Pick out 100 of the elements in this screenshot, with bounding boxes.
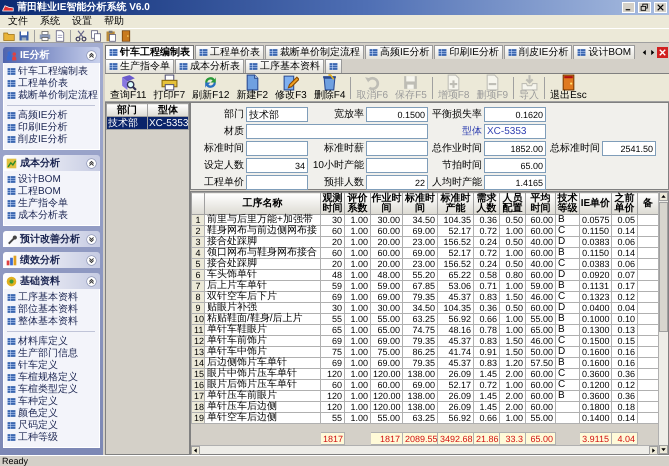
input-field[interactable]: 0.1500 bbox=[366, 107, 428, 122]
column-header[interactable]: 评价系数 bbox=[344, 192, 370, 214]
column-header[interactable]: 观测时间 bbox=[320, 192, 344, 214]
tab[interactable]: 印刷IE分析 bbox=[434, 45, 503, 59]
link[interactable]: 型体 bbox=[430, 124, 482, 139]
input-field[interactable]: 0.1620 bbox=[484, 107, 546, 122]
exit-button[interactable]: 退出Esc bbox=[547, 74, 590, 101]
print-button[interactable]: 打印F7 bbox=[150, 74, 188, 101]
tab[interactable]: 削皮IE分析 bbox=[504, 45, 572, 59]
group-header[interactable]: 绩效分析 bbox=[3, 252, 100, 268]
new-button[interactable]: 新建F2 bbox=[233, 74, 272, 101]
field-label: 总作业时间 bbox=[431, 142, 482, 156]
total-cell: 1817 bbox=[370, 432, 402, 444]
input-field[interactable]: 1852.00 bbox=[484, 141, 546, 156]
window-title: 莆田鞋业IE智能分析系统 V6.0 bbox=[17, 2, 150, 13]
tab[interactable]: 工程单价表 bbox=[195, 45, 264, 59]
sidebar-item[interactable]: 高频IE分析 bbox=[7, 110, 99, 121]
column-header[interactable]: 型体 bbox=[148, 104, 188, 116]
row-number: 2 bbox=[192, 226, 204, 236]
menu-item[interactable]: 文件 bbox=[2, 15, 34, 28]
row-number: 6 bbox=[192, 270, 204, 280]
column-header[interactable]: 人员配置 bbox=[500, 192, 526, 214]
sidebar-item[interactable]: 印刷IE分析 bbox=[7, 122, 99, 133]
field-label: 总标准时间 bbox=[549, 142, 600, 156]
input-field[interactable]: 2541.50 bbox=[602, 141, 656, 156]
table-cell[interactable]: XC-5353 bbox=[148, 116, 188, 130]
sidebar-item[interactable]: 削皮IE分析 bbox=[7, 134, 99, 145]
status-text: Ready bbox=[0, 455, 669, 466]
tab[interactable]: 工序基本资料 bbox=[245, 59, 324, 73]
sidebar-item[interactable]: 车楦类型定义 bbox=[7, 384, 99, 395]
input-field[interactable]: 1.4165 bbox=[484, 175, 546, 190]
table-cell: 领口网布与鞋身网布接合 bbox=[204, 248, 320, 258]
table-cell: 后边侧饰片车单针 bbox=[204, 358, 320, 368]
sidebar-item[interactable]: 车种定义 bbox=[7, 396, 99, 407]
column-header[interactable]: 之前单价 bbox=[612, 192, 638, 214]
sidebar-item[interactable]: 车楦规格定义 bbox=[7, 372, 99, 383]
field-label: 标准时间 bbox=[203, 142, 244, 156]
table-cell: 单针压车前眼片 bbox=[204, 390, 320, 402]
table-cell[interactable]: 技术部 bbox=[106, 116, 148, 130]
table-cell: 后上片车单针 bbox=[204, 280, 320, 292]
table-cell: 眼片后饰片压车单针 bbox=[204, 380, 320, 390]
input-field[interactable]: 34 bbox=[246, 158, 308, 173]
sidebar-item[interactable]: 裁断单价制定流程 bbox=[7, 90, 99, 101]
column-header[interactable]: 技术等级 bbox=[556, 192, 580, 214]
refresh-button[interactable]: 刷新F12 bbox=[189, 74, 232, 101]
column-header[interactable]: 部门 bbox=[106, 104, 148, 116]
sidebar-item[interactable]: 整体基本资料 bbox=[7, 316, 99, 327]
column-header[interactable]: 标准时产能 bbox=[438, 192, 474, 214]
sidebar-item[interactable]: 工种等级 bbox=[7, 432, 99, 443]
input-field[interactable]: 65.00 bbox=[484, 158, 546, 173]
column-header[interactable]: 作业时间 bbox=[370, 192, 402, 214]
total-cell: 65.00 bbox=[526, 432, 556, 444]
group-header[interactable]: IE分析 bbox=[3, 47, 100, 63]
sidebar-item[interactable]: 设计BOM bbox=[7, 174, 99, 185]
menu-item[interactable]: 帮助 bbox=[98, 15, 130, 28]
row-number: 7 bbox=[192, 280, 204, 292]
tab[interactable]: 裁断单价制定流程 bbox=[265, 45, 364, 59]
column-header[interactable]: 备 bbox=[638, 192, 658, 214]
group-header[interactable]: 基础资料 bbox=[3, 273, 100, 289]
tab[interactable]: 针车工程编制表 bbox=[105, 45, 194, 59]
menu-item[interactable]: 设置 bbox=[66, 15, 98, 28]
total-cell: 3.9115 bbox=[580, 432, 612, 444]
sidebar-item[interactable]: 工程BOM bbox=[7, 186, 99, 197]
group-header[interactable]: 成本分析 bbox=[3, 155, 100, 171]
tab[interactable]: 生产指令单 bbox=[105, 59, 174, 73]
total-cell: 1817 bbox=[320, 432, 344, 444]
input-field[interactable]: 技术部 bbox=[246, 107, 308, 122]
table-cell: 粘贴鞋面/鞋身/后上片 bbox=[204, 314, 320, 324]
edit-button[interactable]: 修改F3 bbox=[272, 74, 310, 101]
sidebar-item[interactable]: 材料库定义 bbox=[7, 336, 99, 347]
sidebar-item[interactable]: 生产指令单 bbox=[7, 198, 99, 209]
tab[interactable]: 成本分析表 bbox=[175, 59, 244, 73]
group-header[interactable]: 预计改善分析 bbox=[3, 231, 100, 247]
table-cell: 接合处踩脚 bbox=[204, 236, 320, 248]
delete-button[interactable]: 删除F4 bbox=[310, 74, 348, 101]
tab[interactable]: 高频IE分析 bbox=[365, 45, 434, 59]
tab[interactable]: 设计BOM bbox=[573, 45, 636, 59]
sidebar-item[interactable]: 工序基本资料 bbox=[7, 292, 99, 303]
sidebar-item[interactable]: 成本分析表 bbox=[7, 210, 99, 221]
search-button[interactable]: 查询F11 bbox=[107, 74, 150, 101]
sidebar-item[interactable]: 工程单价表 bbox=[7, 78, 99, 89]
column-header[interactable]: 工序名称 bbox=[204, 192, 320, 214]
sidebar-item[interactable]: 生产部门信息 bbox=[7, 348, 99, 359]
column-header[interactable]: 标准时间 bbox=[402, 192, 438, 214]
sidebar-item[interactable]: 针车定义 bbox=[7, 360, 99, 371]
field-label: 材质 bbox=[223, 124, 244, 139]
column-header[interactable]: 需求人数 bbox=[474, 192, 500, 214]
menu-item[interactable]: 系统 bbox=[34, 15, 66, 28]
input-field[interactable]: XC-5353 bbox=[484, 124, 546, 139]
total-cell: 21.86 bbox=[474, 432, 500, 444]
sidebar-item[interactable]: 部位基本资料 bbox=[7, 304, 99, 315]
input-field[interactable]: 22 bbox=[366, 175, 428, 190]
sidebar-item[interactable]: 尺码定义 bbox=[7, 420, 99, 431]
row-number: 19 bbox=[192, 412, 204, 424]
table-cell: 鞋身网布与前边侧网布接 bbox=[204, 226, 320, 236]
column-header[interactable]: IE单价 bbox=[580, 192, 612, 214]
table-cell: 车头饰单针 bbox=[204, 270, 320, 280]
sidebar-item[interactable]: 针车工程编制表 bbox=[7, 66, 99, 77]
column-header[interactable]: 平均时间 bbox=[526, 192, 556, 214]
sidebar-item[interactable]: 颜色定义 bbox=[7, 408, 99, 419]
